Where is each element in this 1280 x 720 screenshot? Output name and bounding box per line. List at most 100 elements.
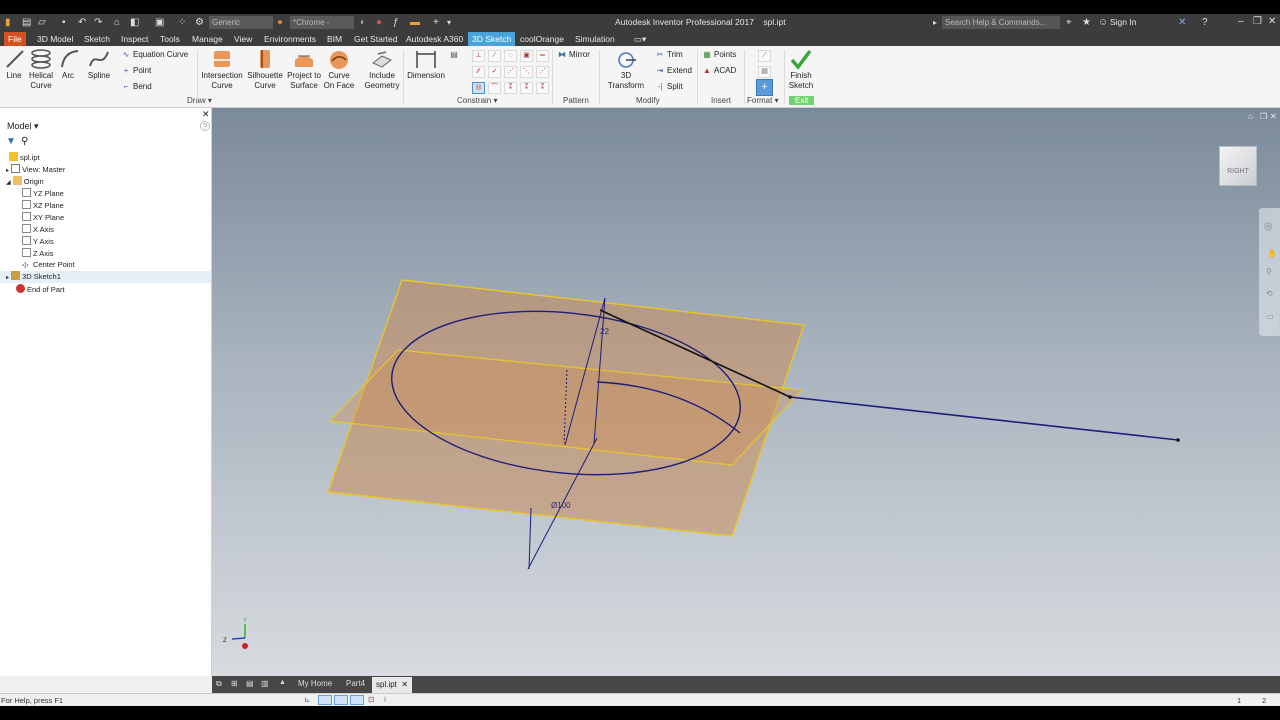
show-format-button[interactable]: +	[756, 79, 773, 96]
settings-icon[interactable]: ⚙	[195, 16, 204, 30]
tab-tools[interactable]: Tools	[156, 32, 184, 46]
centerline-button[interactable]: ▤	[758, 66, 771, 78]
tree-item-end-of-part[interactable]: End of Part	[16, 284, 65, 295]
tab-file[interactable]: File	[4, 32, 26, 46]
exchange-icon[interactable]: ✕	[1178, 16, 1186, 30]
tangent-constraint-button[interactable]: ◌	[504, 50, 517, 62]
status-infer-icon[interactable]: ⊡	[368, 695, 375, 704]
tab-overflow-button[interactable]: ▭▾	[630, 32, 650, 46]
parallel-x-constraint-button[interactable]: ⁑	[520, 82, 533, 94]
intersection-curve-button[interactable]: Intersection Curve	[200, 48, 244, 91]
appearance-select[interactable]: *Chrome -	[290, 16, 354, 29]
tab-3d-sketch[interactable]: 3D Sketch	[468, 32, 516, 46]
tab-environments[interactable]: Environments	[260, 32, 320, 46]
constraint-settings-button[interactable]: ▤	[449, 49, 461, 61]
panel-close-icon[interactable]: ✕	[202, 109, 210, 120]
tab-bim[interactable]: BIM	[323, 32, 346, 46]
tab-sketch[interactable]: Sketch	[80, 32, 114, 46]
collapse-icon[interactable]: ◢	[6, 180, 11, 186]
close-tab-icon[interactable]: ✕	[401, 680, 408, 689]
status-cursor-icon[interactable]: ⊾	[304, 695, 311, 704]
tab-manage[interactable]: Manage	[188, 32, 227, 46]
acad-button[interactable]: ▲ ACAD	[702, 65, 736, 77]
expand-icon[interactable]: ▸	[6, 275, 9, 281]
show-constraints-button[interactable]: ⌒	[488, 82, 501, 94]
tab-my-home[interactable]: My Home	[298, 679, 332, 688]
spline-button[interactable]: Spline	[86, 48, 112, 81]
tab-list-icon[interactable]: ▲	[279, 679, 286, 686]
status-select-icon[interactable]	[318, 695, 332, 705]
trim-button[interactable]: ✂ Trim	[655, 49, 683, 61]
status-grid-icon[interactable]	[334, 695, 348, 705]
minimize-button[interactable]: ‒	[1238, 16, 1244, 27]
3d-transform-button[interactable]: 3D Transform	[602, 48, 650, 91]
tile-grid-icon[interactable]: ⊞	[231, 679, 238, 688]
material-select[interactable]: Generic	[209, 16, 273, 29]
steering-wheel-icon[interactable]: ◎	[1264, 221, 1273, 232]
browser-header[interactable]: Model ▾	[7, 121, 39, 132]
finish-sketch-button[interactable]: Finish Sketch	[785, 48, 817, 91]
help-icon[interactable]: ?	[200, 121, 210, 131]
constrain-group-label[interactable]: Constrain ▾	[457, 96, 498, 105]
fix-constraint-button[interactable]: ▣	[520, 50, 533, 62]
tab-get-started[interactable]: Get Started	[350, 32, 401, 46]
plus-icon[interactable]: +	[433, 16, 439, 30]
construction-button[interactable]: ⟋	[758, 50, 771, 62]
tile-windows-icon[interactable]: ⧉	[216, 679, 222, 689]
on-face-constraint-button[interactable]: ⋰	[504, 66, 517, 78]
inventor-logo-icon[interactable]: ▮	[5, 16, 11, 30]
tree-item-view[interactable]: ▸ View: Master	[6, 164, 65, 176]
split-button[interactable]: -| Split	[655, 81, 683, 93]
tree-item-z-axis[interactable]: Z Axis	[22, 248, 53, 259]
user-icon[interactable]: ☺	[1098, 16, 1108, 30]
include-geometry-button[interactable]: Include Geometry	[362, 48, 402, 91]
parallel-xy-constraint-button[interactable]: ⋱	[520, 66, 533, 78]
tree-item-yz-plane[interactable]: YZ Plane	[22, 188, 64, 199]
orbit-icon[interactable]: ⟲	[1266, 289, 1273, 298]
tab-coolorange[interactable]: coolOrange	[516, 32, 568, 46]
smooth-constraint-button[interactable]: ◎	[472, 82, 485, 94]
binoculars-icon[interactable]: ⌖	[1066, 16, 1072, 30]
parallel-yz-constraint-button[interactable]: ⋰	[536, 66, 549, 78]
viewcube[interactable]: RIGHT	[1219, 146, 1257, 186]
tree-item-x-axis[interactable]: X Axis	[22, 224, 54, 235]
dimension-button[interactable]: Dimension	[405, 48, 447, 81]
parallel-z-constraint-button[interactable]: ⁑	[536, 82, 549, 94]
favorites-star-icon[interactable]: ★	[1082, 16, 1091, 30]
tile-vertical-icon[interactable]: ▥	[261, 679, 269, 688]
new-file-icon[interactable]: ▤	[22, 16, 31, 30]
parallel-xz-constraint-button[interactable]: ⁑	[504, 82, 517, 94]
tab-simulation[interactable]: Simulation	[571, 32, 619, 46]
look-at-icon[interactable]: ▭	[1266, 312, 1274, 321]
update-icon[interactable]: ◧	[130, 16, 139, 30]
help-search-input[interactable]: Search Help & Commands...	[942, 16, 1060, 29]
curve-on-face-button[interactable]: Curve On Face	[323, 48, 355, 91]
help-icon[interactable]: ?	[1202, 16, 1208, 30]
point-button[interactable]: + Point	[121, 65, 152, 77]
sketch-line-dim-extension[interactable]	[528, 507, 532, 570]
pan-icon[interactable]: ✋	[1267, 249, 1277, 258]
home-icon[interactable]: ⌂	[114, 16, 120, 30]
silhouette-curve-button[interactable]: Silhouette Curve	[245, 48, 285, 91]
diameter-dimension-label[interactable]: Ø100	[551, 501, 571, 510]
tab-part4[interactable]: Part4	[346, 679, 365, 688]
open-file-icon[interactable]: ▱	[38, 16, 46, 30]
graphics-viewport[interactable]: 22 Ø100 Y Z RIGHT ⌂ ❐ ✕ ◎ ✋ ⚲ ⟲ ▭	[212, 108, 1280, 676]
project-to-surface-button[interactable]: Project to Surface	[286, 48, 322, 91]
filter-icon[interactable]: ▼	[6, 136, 16, 147]
tree-item-origin[interactable]: ◢ Origin	[6, 176, 44, 188]
parallel-constraint-button[interactable]: ∕	[488, 50, 501, 62]
equation-curve-button[interactable]: ∿ Equation Curve	[121, 49, 189, 61]
tree-item-y-axis[interactable]: Y Axis	[22, 236, 54, 247]
quick-access-dropdown-icon[interactable]: ▾	[447, 16, 451, 30]
formula-icon[interactable]: ƒ	[393, 16, 399, 30]
sign-in-link[interactable]: Sign In	[1110, 17, 1136, 27]
tab-inspect[interactable]: Inspect	[117, 32, 152, 46]
tree-item-xy-plane[interactable]: XY Plane	[22, 212, 64, 223]
select-icon[interactable]: ▣	[155, 16, 164, 30]
status-snap-icon[interactable]	[350, 695, 364, 705]
line-button[interactable]: Line	[3, 48, 25, 81]
tree-item-3d-sketch1[interactable]: ▸ 3D Sketch1	[0, 271, 211, 283]
perpendicular-constraint-button[interactable]: ⊥	[472, 50, 485, 62]
measure-icon[interactable]: ⁘	[178, 16, 186, 30]
